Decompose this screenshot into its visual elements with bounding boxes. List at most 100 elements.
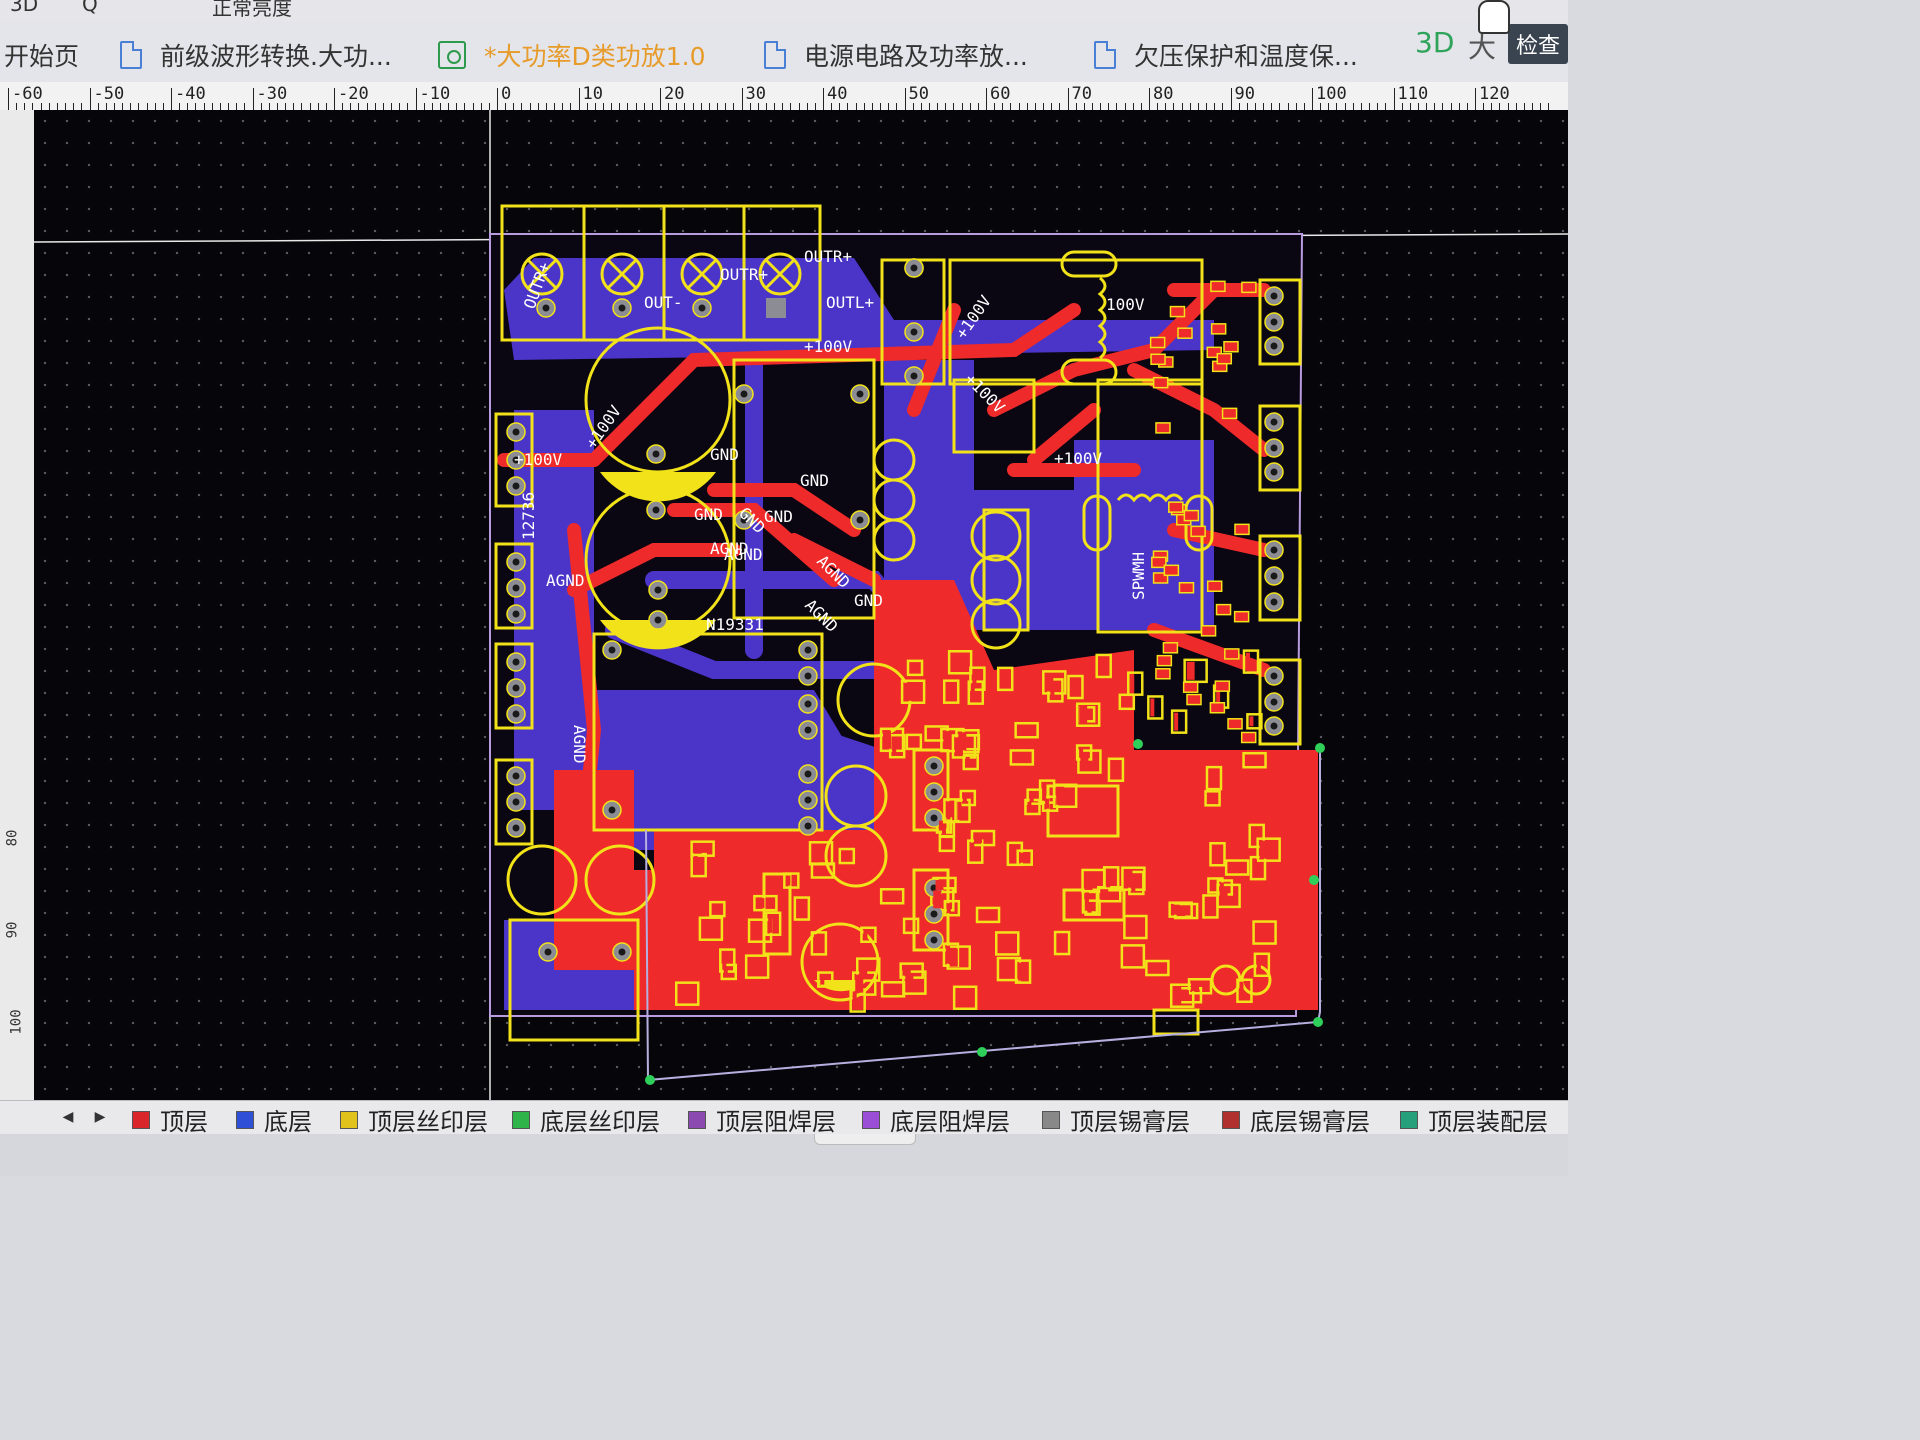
pad-drill-hole[interactable] — [804, 822, 812, 830]
smd-pad[interactable] — [1148, 963, 1157, 974]
pad-drill-hole[interactable] — [652, 450, 660, 458]
pad-drill-hole[interactable] — [512, 558, 520, 566]
smd-pad[interactable] — [946, 801, 951, 820]
smd-pad[interactable] — [1224, 648, 1240, 660]
smd-pad[interactable] — [1215, 603, 1232, 616]
tab-preamp-waveform[interactable]: 前级波形转换.大功... — [120, 32, 405, 78]
pad-drill-hole[interactable] — [910, 372, 918, 380]
smd-pad[interactable] — [1150, 698, 1155, 717]
smd-pad[interactable] — [863, 929, 868, 940]
pad-drill-hole[interactable] — [1270, 598, 1278, 606]
smd-pad[interactable] — [965, 757, 970, 768]
smd-pad[interactable] — [1042, 782, 1047, 801]
pad-drill-hole[interactable] — [856, 390, 864, 398]
smd-pad[interactable] — [1223, 340, 1239, 353]
smd-pad[interactable] — [966, 737, 971, 748]
smd-pad[interactable] — [1121, 696, 1126, 707]
smd-pad[interactable] — [678, 984, 687, 1003]
smd-pad[interactable] — [1219, 886, 1228, 905]
smd-pad[interactable] — [693, 843, 702, 854]
smd-pad[interactable] — [1056, 786, 1065, 805]
layer-toggle[interactable]: 顶层丝印层 — [340, 1102, 488, 1137]
smd-pad[interactable] — [999, 960, 1008, 979]
pad-drill-hole[interactable] — [512, 684, 520, 692]
smd-pad[interactable] — [892, 737, 897, 756]
smd-pad[interactable] — [820, 974, 825, 985]
smd-pad[interactable] — [1210, 880, 1215, 891]
smd-pad[interactable] — [1233, 610, 1250, 623]
pad-drill-hole[interactable] — [910, 264, 918, 272]
smd-pad[interactable] — [1098, 656, 1103, 675]
smd-pad[interactable] — [768, 914, 773, 933]
smd-pad[interactable] — [1186, 661, 1195, 680]
smd-pad[interactable] — [1221, 407, 1238, 420]
pad-drill-hole[interactable] — [804, 672, 812, 680]
smd-pad[interactable] — [1205, 897, 1210, 916]
smd-pad[interactable] — [748, 957, 757, 976]
smd-pad[interactable] — [1124, 869, 1133, 888]
smd-pad[interactable] — [1206, 580, 1223, 592]
pad-drill-hole[interactable] — [1270, 672, 1278, 680]
smd-pad[interactable] — [998, 934, 1007, 953]
tab-start-page[interactable]: 开始页 — [4, 32, 79, 78]
smd-pad[interactable] — [1241, 281, 1257, 294]
smd-pad[interactable] — [943, 731, 952, 750]
pad-drill-hole[interactable] — [804, 726, 812, 734]
smd-pad[interactable] — [904, 682, 913, 701]
tab-class-d-amp-pcb[interactable]: *大功率D类功放1.0 — [438, 32, 728, 78]
smd-pad[interactable] — [1106, 869, 1111, 888]
panel-toggle-handle[interactable] — [814, 1134, 916, 1145]
layer-toggle[interactable]: 底层丝印层 — [512, 1102, 660, 1137]
smd-pad[interactable] — [905, 973, 914, 992]
smd-pad[interactable] — [1255, 923, 1264, 942]
smd-pad[interactable] — [1155, 668, 1171, 680]
smd-pad[interactable] — [1174, 712, 1179, 731]
smd-pad[interactable] — [908, 736, 913, 747]
pad-drill-hole[interactable] — [1270, 546, 1278, 554]
smd-pad[interactable] — [1162, 642, 1179, 654]
pad-drill-hole[interactable] — [512, 482, 520, 490]
smd-pad[interactable] — [1249, 716, 1254, 727]
smd-pad[interactable] — [941, 838, 946, 849]
pad-drill-hole[interactable] — [740, 390, 748, 398]
smd-pad[interactable] — [927, 728, 936, 739]
pad-drill-hole[interactable] — [930, 762, 938, 770]
smd-pad[interactable] — [1216, 352, 1233, 365]
smd-pad[interactable] — [751, 921, 760, 940]
smd-pad[interactable] — [1082, 709, 1087, 720]
smd-pad[interactable] — [1173, 986, 1182, 1005]
smd-pad[interactable] — [1239, 981, 1244, 1000]
smd-pad[interactable] — [1190, 525, 1206, 538]
smd-pad[interactable] — [1019, 852, 1024, 863]
smd-pad[interactable] — [1251, 826, 1256, 845]
vertical-ruler[interactable]: 8090100110 — [0, 110, 35, 1127]
smd-pad[interactable] — [1245, 755, 1254, 766]
pad-drill-hole[interactable] — [910, 328, 918, 336]
smd-pad[interactable] — [979, 909, 988, 920]
smd-pad[interactable] — [1200, 625, 1217, 637]
horizontal-ruler[interactable]: -60 -50 -40 -30 -20 -10 0 10 20 30 40 50 60 70 80 90 100… — [0, 82, 1568, 111]
smd-pad[interactable] — [1070, 678, 1075, 697]
smd-pad[interactable] — [1214, 680, 1231, 692]
pad-drill-hole[interactable] — [930, 788, 938, 796]
pad-drill-hole[interactable] — [1270, 292, 1278, 300]
smd-pad[interactable] — [1100, 889, 1109, 900]
smd-pad[interactable] — [1084, 871, 1093, 890]
smd-pad[interactable] — [1210, 280, 1226, 293]
pad-drill-hole[interactable] — [542, 304, 550, 312]
smd-pad[interactable] — [1178, 581, 1195, 594]
smd-pad[interactable] — [883, 891, 892, 902]
smd-pad[interactable] — [1084, 892, 1089, 911]
smd-pad[interactable] — [1180, 990, 1189, 1001]
pad-drill-hole[interactable] — [930, 936, 938, 944]
smd-pad[interactable] — [1210, 323, 1227, 335]
pad-drill-hole[interactable] — [512, 798, 520, 806]
smd-pad[interactable] — [1240, 731, 1257, 744]
pad-drill-hole[interactable] — [804, 700, 812, 708]
smd-pad[interactable] — [1186, 693, 1202, 706]
smd-pad[interactable] — [1259, 840, 1268, 859]
smd-pad[interactable] — [957, 801, 962, 820]
smd-pad[interactable] — [1000, 669, 1005, 688]
smd-pad[interactable] — [1256, 955, 1261, 974]
pad-drill-hole[interactable] — [930, 910, 938, 918]
